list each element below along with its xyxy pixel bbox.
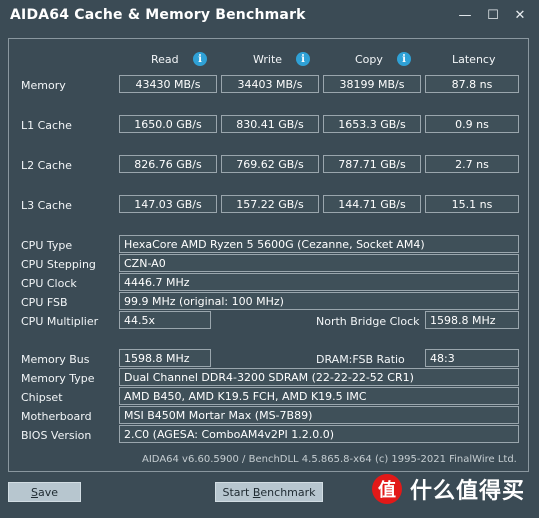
memory-row-label: Memory	[21, 79, 66, 92]
l3-cache-row-label: L3 Cache	[21, 199, 72, 212]
write-info-icon[interactable]: i	[296, 52, 310, 66]
watermark-text: 什么值得买	[410, 479, 526, 504]
window-title: AIDA64 Cache & Memory Benchmark	[10, 7, 306, 23]
cpu-clock-value: 4446.7 MHz	[119, 273, 519, 291]
memory-read-value: 43430 MB/s	[119, 75, 217, 93]
l2-write-value: 769.62 GB/s	[221, 155, 319, 173]
latency-header: Latency	[452, 53, 496, 66]
north-bridge-clock-label: North Bridge Clock	[316, 315, 420, 328]
save-label-rest: ave	[37, 485, 58, 499]
bios-version-label: BIOS Version	[21, 429, 92, 442]
l1-read-value: 1650.0 GB/s	[119, 115, 217, 133]
north-bridge-clock-value: 1598.8 MHz	[425, 311, 519, 329]
cpu-type-label: CPU Type	[21, 239, 73, 252]
l1-cache-row-label: L1 Cache	[21, 119, 72, 132]
read-header: Read	[151, 53, 179, 66]
write-header: Write	[253, 53, 283, 66]
benchmark-panel: Read i Write i Copy i Latency Memory 434…	[8, 38, 529, 472]
dram-fsb-ratio-label: DRAM:FSB Ratio	[316, 353, 405, 366]
start-label-rest: enchmark	[260, 485, 316, 499]
l2-latency-value: 2.7 ns	[425, 155, 519, 173]
l1-write-value: 830.41 GB/s	[221, 115, 319, 133]
cpu-stepping-label: CPU Stepping	[21, 258, 96, 271]
l3-write-value: 157.22 GB/s	[221, 195, 319, 213]
memory-bus-label: Memory Bus	[21, 353, 90, 366]
l1-copy-value: 1653.3 GB/s	[323, 115, 421, 133]
start-benchmark-button[interactable]: Start Benchmark	[215, 482, 323, 502]
cpu-multiplier-value: 44.5x	[119, 311, 211, 329]
copy-info-icon[interactable]: i	[397, 52, 411, 66]
l2-cache-row-label: L2 Cache	[21, 159, 72, 172]
save-mnemonic: S	[30, 485, 38, 499]
minimize-icon[interactable]: —	[455, 4, 475, 26]
l2-read-value: 826.76 GB/s	[119, 155, 217, 173]
read-info-icon[interactable]: i	[193, 52, 207, 66]
memory-write-value: 34403 MB/s	[221, 75, 319, 93]
motherboard-label: Motherboard	[21, 410, 92, 423]
version-footer: AIDA64 v6.60.5900 / BenchDLL 4.5.865.8-x…	[142, 454, 517, 465]
cpu-multiplier-label: CPU Multiplier	[21, 315, 99, 328]
l3-copy-value: 144.71 GB/s	[323, 195, 421, 213]
l1-latency-value: 0.9 ns	[425, 115, 519, 133]
memory-copy-value: 38199 MB/s	[323, 75, 421, 93]
cpu-stepping-value: CZN-A0	[119, 254, 519, 272]
cpu-fsb-label: CPU FSB	[21, 296, 68, 309]
chipset-value: AMD B450, AMD K19.5 FCH, AMD K19.5 IMC	[119, 387, 519, 405]
memory-latency-value: 87.8 ns	[425, 75, 519, 93]
cpu-type-value: HexaCore AMD Ryzen 5 5600G (Cezanne, Soc…	[119, 235, 519, 253]
memory-type-label: Memory Type	[21, 372, 95, 385]
copy-header: Copy	[355, 53, 383, 66]
title-bar: AIDA64 Cache & Memory Benchmark — ☐ ✕	[0, 0, 539, 34]
dram-fsb-ratio-value: 48:3	[425, 349, 519, 367]
chipset-label: Chipset	[21, 391, 63, 404]
memory-bus-value: 1598.8 MHz	[119, 349, 211, 367]
start-label-prefix: Start	[222, 485, 253, 499]
close-icon[interactable]: ✕	[510, 4, 530, 26]
cpu-clock-label: CPU Clock	[21, 277, 77, 290]
watermark: 值 什么值得买	[372, 473, 525, 505]
watermark-logo-icon: 值	[372, 474, 402, 504]
maximize-icon[interactable]: ☐	[483, 4, 503, 26]
l3-latency-value: 15.1 ns	[425, 195, 519, 213]
memory-type-value: Dual Channel DDR4-3200 SDRAM (22-22-22-5…	[119, 368, 519, 386]
l2-copy-value: 787.71 GB/s	[323, 155, 421, 173]
cpu-fsb-value: 99.9 MHz (original: 100 MHz)	[119, 292, 519, 310]
l3-read-value: 147.03 GB/s	[119, 195, 217, 213]
save-button[interactable]: Save	[8, 482, 81, 502]
start-mnemonic: B	[252, 485, 261, 499]
bios-version-value: 2.C0 (AGESA: ComboAM4v2PI 1.2.0.0)	[119, 425, 519, 443]
motherboard-value: MSI B450M Mortar Max (MS-7B89)	[119, 406, 519, 424]
